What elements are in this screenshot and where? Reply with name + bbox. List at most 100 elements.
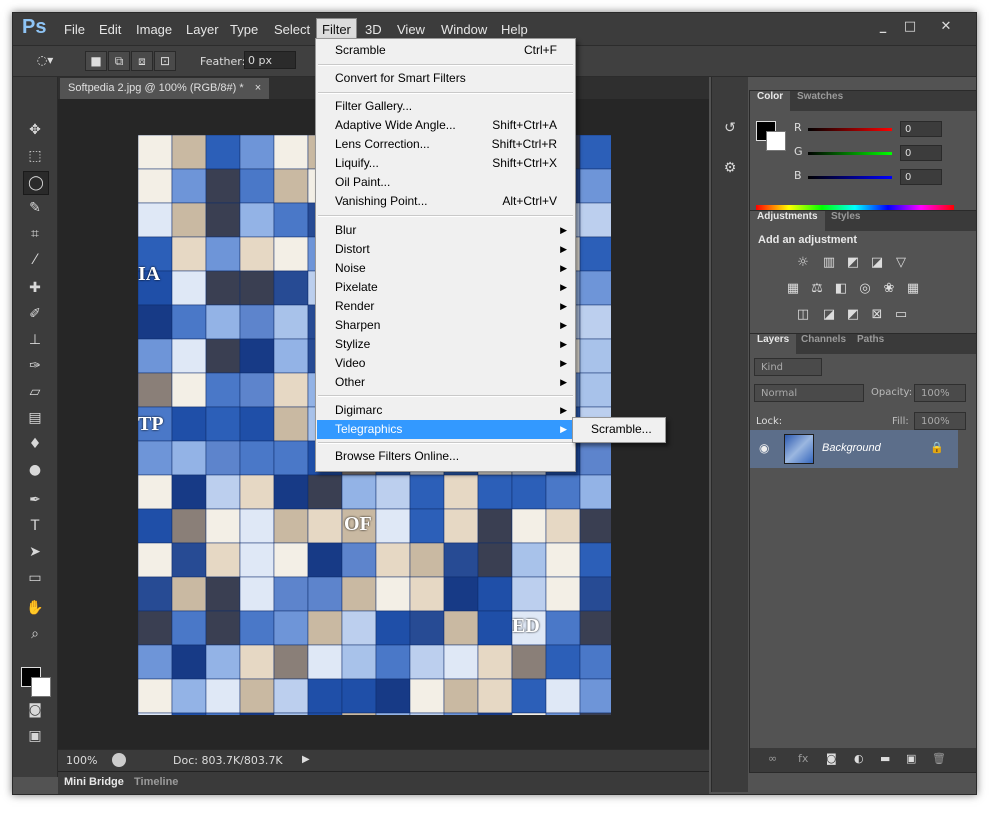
marquee-tool-icon[interactable]: ⬚	[23, 145, 47, 167]
tab-timeline[interactable]: Timeline	[134, 776, 178, 788]
layer-row-background[interactable]: ◉ Background 🔒	[750, 430, 958, 468]
add-selection-icon[interactable]: ⧉	[108, 51, 130, 71]
menu-layer[interactable]: Layer	[186, 22, 219, 37]
brightness-contrast-icon[interactable]: ☼	[794, 255, 812, 271]
eyedropper-tool-icon[interactable]: ⁄	[23, 249, 47, 271]
black-white-icon[interactable]: ◧	[832, 281, 850, 297]
submenu-scramble[interactable]: Scramble...	[591, 422, 652, 436]
status-info-icon[interactable]	[112, 753, 126, 767]
channel-r-slider[interactable]	[808, 128, 892, 131]
menu-view[interactable]: View	[397, 22, 425, 37]
history-panel-icon[interactable]: ↺	[718, 117, 742, 139]
quick-mask-icon[interactable]: ◙	[23, 699, 47, 721]
new-group-icon[interactable]: ▬	[880, 752, 890, 765]
photo-filter-icon[interactable]: ◎	[856, 281, 874, 297]
channel-r-value[interactable]: 0	[900, 121, 942, 137]
intersect-selection-icon[interactable]: ⊡	[154, 51, 176, 71]
color-balance-icon[interactable]: ⚖	[808, 281, 826, 297]
hand-tool-icon[interactable]: ✋	[23, 597, 47, 619]
zoom-tool-icon[interactable]: ⌕	[23, 623, 47, 645]
menu-liquify[interactable]: Liquify... Shift+Ctrl+X	[317, 154, 574, 173]
fill-field[interactable]: 100%	[914, 412, 966, 430]
type-tool-icon[interactable]: T	[23, 515, 47, 537]
blend-mode-select[interactable]: Normal	[754, 384, 864, 402]
menu-distort[interactable]: Distort ▶	[317, 240, 574, 259]
menu-scramble[interactable]: Scramble Ctrl+F	[317, 41, 574, 60]
menu-filter-gallery[interactable]: Filter Gallery...	[317, 97, 574, 116]
link-layers-icon[interactable]: ∞	[768, 752, 777, 765]
menu-pixelate[interactable]: Pixelate ▶	[317, 278, 574, 297]
menu-3d[interactable]: 3D	[365, 22, 382, 37]
healing-tool-icon[interactable]: ✚	[23, 277, 47, 299]
menu-oil-paint[interactable]: Oil Paint...	[317, 173, 574, 192]
fx-icon[interactable]: fx	[798, 752, 808, 765]
channel-g-slider[interactable]	[808, 152, 892, 155]
dodge-tool-icon[interactable]: ●	[23, 459, 47, 481]
selective-color-icon[interactable]: ⊠	[868, 307, 886, 323]
gradient-tool-icon[interactable]: ▤	[23, 407, 47, 429]
minimize-icon[interactable]: _	[870, 18, 896, 36]
subtract-selection-icon[interactable]: ⧈	[131, 51, 153, 71]
tab-channels[interactable]: Channels	[794, 334, 853, 354]
menu-sharpen[interactable]: Sharpen ▶	[317, 316, 574, 335]
menu-noise[interactable]: Noise ▶	[317, 259, 574, 278]
lasso-preset-icon[interactable]: ◌▾	[35, 51, 55, 69]
menu-convert-smart-filters[interactable]: Convert for Smart Filters	[317, 69, 574, 88]
zoom-level[interactable]: 100%	[66, 754, 97, 767]
close-icon[interactable]: ✕	[933, 18, 959, 36]
menu-lens-correction[interactable]: Lens Correction... Shift+Ctrl+R	[317, 135, 574, 154]
tab-styles[interactable]: Styles	[824, 211, 867, 231]
menu-blur[interactable]: Blur ▶	[317, 221, 574, 240]
menu-stylize[interactable]: Stylize ▶	[317, 335, 574, 354]
menu-adaptive-wide-angle[interactable]: Adaptive Wide Angle... Shift+Ctrl+A	[317, 116, 574, 135]
menu-image[interactable]: Image	[136, 22, 172, 37]
vibrance-icon[interactable]: ▽	[892, 255, 910, 271]
color-lookup-icon[interactable]: ▦	[904, 281, 922, 297]
new-selection-icon[interactable]: ■	[85, 51, 107, 71]
menu-video[interactable]: Video ▶	[317, 354, 574, 373]
menu-browse-filters-online[interactable]: Browse Filters Online...	[317, 447, 574, 466]
new-adjustment-icon[interactable]: ◐	[854, 752, 864, 765]
curves-icon[interactable]: ◩	[844, 255, 862, 271]
menu-other[interactable]: Other ▶	[317, 373, 574, 392]
opacity-field[interactable]: 100%	[914, 384, 966, 402]
shape-tool-icon[interactable]: ▭	[23, 567, 47, 589]
tab-paths[interactable]: Paths	[850, 334, 891, 354]
close-tab-icon[interactable]: ×	[255, 82, 261, 94]
quick-select-tool-icon[interactable]: ✎	[23, 197, 47, 219]
new-layer-icon[interactable]: ▣	[906, 752, 916, 765]
eraser-tool-icon[interactable]: ▱	[23, 381, 47, 403]
menu-help[interactable]: Help	[501, 22, 528, 37]
menu-window[interactable]: Window	[441, 22, 487, 37]
tab-mini-bridge[interactable]: Mini Bridge	[64, 776, 124, 788]
crop-tool-icon[interactable]: ⌗	[23, 223, 47, 245]
menu-telegraphics[interactable]: Telegraphics ▶	[317, 420, 574, 439]
levels-icon[interactable]: ▥	[820, 255, 838, 271]
layer-name[interactable]: Background	[822, 442, 881, 454]
brush-tool-icon[interactable]: ✐	[23, 303, 47, 325]
pen-tool-icon[interactable]: ✒	[23, 489, 47, 511]
layer-kind-filter[interactable]: Kind	[754, 358, 822, 376]
gradient-map-icon[interactable]: ▭	[892, 307, 910, 323]
tab-layers[interactable]: Layers	[750, 334, 797, 354]
move-tool-icon[interactable]: ✥	[23, 119, 47, 141]
feather-input[interactable]: 0 px	[244, 51, 296, 69]
menu-select[interactable]: Select	[274, 22, 310, 37]
background-color-swatch[interactable]	[31, 677, 51, 697]
channel-b-value[interactable]: 0	[900, 169, 942, 185]
menu-vanishing-point[interactable]: Vanishing Point... Alt+Ctrl+V	[317, 192, 574, 211]
add-mask-icon[interactable]: ◙	[826, 752, 837, 765]
hue-saturation-icon[interactable]: ▦	[784, 281, 802, 297]
invert-icon[interactable]: ◫	[794, 307, 812, 323]
maximize-icon[interactable]: □	[897, 18, 923, 36]
posterize-icon[interactable]: ◪	[820, 307, 838, 323]
exposure-icon[interactable]: ◪	[868, 255, 886, 271]
menu-edit[interactable]: Edit	[99, 22, 121, 37]
lasso-tool-icon[interactable]: ◯	[23, 171, 49, 195]
tab-adjustments[interactable]: Adjustments	[750, 211, 825, 231]
screen-mode-icon[interactable]: ▣	[23, 725, 47, 747]
color-bg-swatch[interactable]	[766, 131, 786, 151]
history-brush-tool-icon[interactable]: ✑	[23, 355, 47, 377]
threshold-icon[interactable]: ◩	[844, 307, 862, 323]
tab-color[interactable]: Color	[750, 91, 791, 111]
